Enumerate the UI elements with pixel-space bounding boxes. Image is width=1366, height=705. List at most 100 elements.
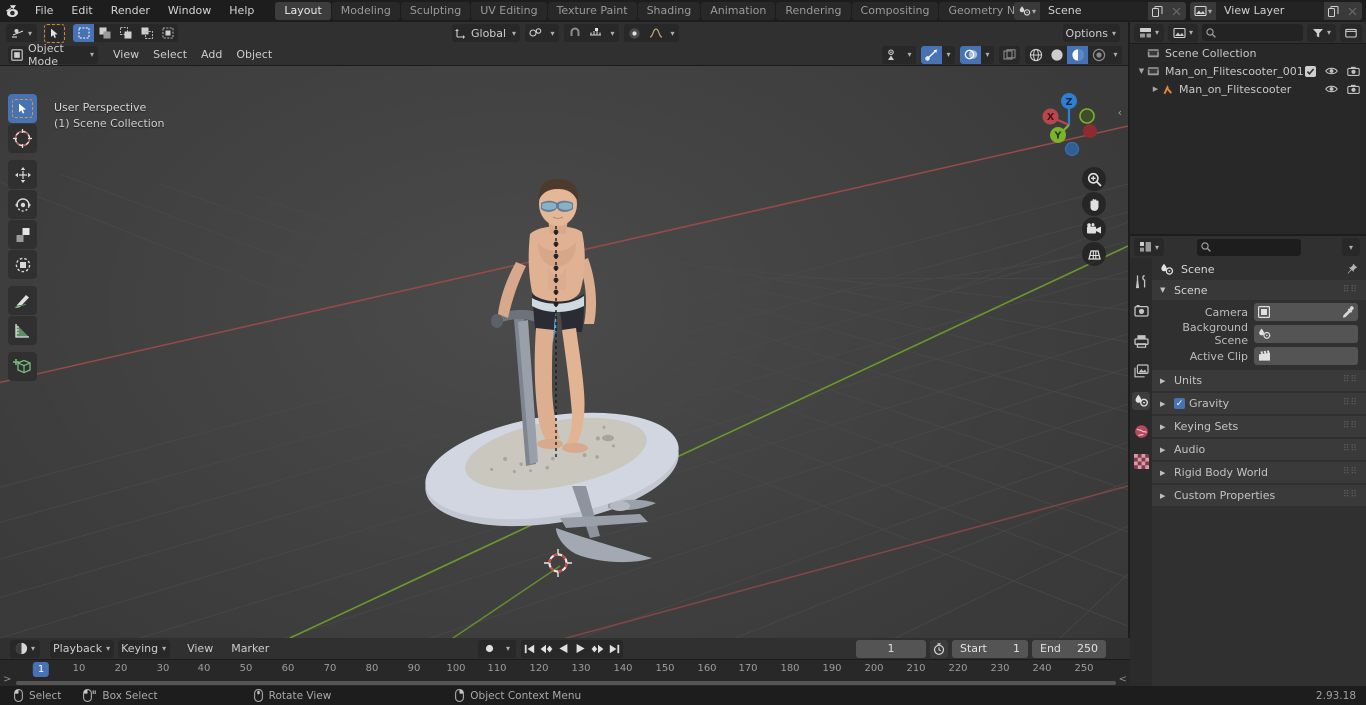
disclosure-triangle-open[interactable]: ▼ bbox=[1136, 62, 1147, 80]
disclosure-triangle-closed[interactable]: ▶ bbox=[1150, 80, 1161, 98]
menu-edit[interactable]: Edit bbox=[62, 0, 101, 22]
properties-tab-render[interactable] bbox=[1132, 302, 1150, 320]
active-clip-field[interactable] bbox=[1254, 347, 1358, 365]
chevron-down-icon[interactable]: ▾ bbox=[981, 45, 994, 64]
background-scene-field[interactable] bbox=[1254, 325, 1358, 343]
show-gizmo-icon[interactable] bbox=[921, 45, 942, 64]
checkbox-icon[interactable] bbox=[1305, 65, 1316, 77]
object-types-visibility-icon[interactable] bbox=[882, 45, 903, 64]
menu-render[interactable]: Render bbox=[102, 0, 159, 22]
new-scene-button[interactable] bbox=[1148, 2, 1167, 20]
viewport-menu-view[interactable]: View bbox=[106, 46, 146, 64]
panel-header-gravity[interactable]: ▶ ✓ Gravity ⠿⠿ bbox=[1152, 393, 1366, 414]
rendered-shading-icon[interactable] bbox=[1088, 45, 1109, 64]
workspace-tab-texture-paint[interactable]: Texture Paint bbox=[547, 2, 637, 20]
chevron-down-icon[interactable]: ▾ bbox=[606, 24, 619, 42]
workspace-tab-rendering[interactable]: Rendering bbox=[776, 2, 851, 20]
viewport-menu-add[interactable]: Add bbox=[194, 46, 229, 64]
wireframe-shading-icon[interactable] bbox=[1025, 45, 1046, 64]
active-tool-indicator[interactable] bbox=[44, 23, 66, 43]
chevron-down-icon[interactable]: ▾ bbox=[942, 45, 955, 64]
outliner-search-input[interactable] bbox=[1202, 24, 1303, 41]
select-invert-button[interactable] bbox=[136, 24, 158, 42]
timeline-menu-view[interactable]: View bbox=[180, 640, 220, 658]
transform-orientation-dropdown[interactable]: Global ▾ bbox=[452, 24, 520, 42]
properties-options-button[interactable]: ▾ bbox=[1342, 238, 1360, 256]
panel-header-audio[interactable]: ▶ Audio ⠿⠿ bbox=[1152, 439, 1366, 460]
scene-name-field[interactable]: Scene bbox=[1040, 2, 1148, 20]
eye-visibility-icon[interactable] bbox=[1325, 66, 1338, 76]
camera-view-icon[interactable] bbox=[1082, 217, 1106, 241]
navigation-gizmo[interactable]: Z X Y bbox=[1032, 88, 1106, 162]
chevron-down-icon[interactable]: ▾ bbox=[1109, 45, 1122, 64]
panel-header-scene[interactable]: ▼ Scene ⠿⠿ bbox=[1152, 280, 1366, 300]
remove-view-layer-button[interactable] bbox=[1343, 2, 1362, 20]
snap-to-increment-icon[interactable] bbox=[585, 24, 606, 42]
tool-move[interactable] bbox=[8, 160, 37, 189]
properties-tab-world[interactable] bbox=[1132, 422, 1150, 440]
viewport-menu-select[interactable]: Select bbox=[146, 46, 194, 64]
tool-cursor[interactable] bbox=[8, 124, 37, 153]
timeline-playhead[interactable]: 1 bbox=[32, 662, 50, 677]
select-extend-button[interactable] bbox=[94, 24, 116, 42]
workspace-tab-sculpting[interactable]: Sculpting bbox=[400, 2, 471, 20]
scene-selector[interactable]: ▾ Scene bbox=[1014, 2, 1186, 20]
menu-help[interactable]: Help bbox=[220, 0, 263, 22]
panel-header-keying-sets[interactable]: ▶ Keying Sets ⠿⠿ bbox=[1152, 416, 1366, 437]
proportional-editing-icon[interactable] bbox=[624, 24, 645, 42]
chevron-down-icon[interactable]: ▾ bbox=[546, 24, 559, 42]
outliner-row-scene-collection[interactable]: Scene Collection bbox=[1130, 44, 1366, 62]
toggle-orthographic-icon[interactable] bbox=[1082, 242, 1106, 266]
panel-header-units[interactable]: ▶ Units ⠿⠿ bbox=[1152, 370, 1366, 391]
jump-to-start-icon[interactable] bbox=[521, 639, 538, 658]
properties-tab-tool[interactable] bbox=[1132, 272, 1150, 290]
start-frame-field[interactable]: Start 1 bbox=[952, 639, 1028, 658]
timeline-menu-marker[interactable]: Marker bbox=[224, 640, 276, 658]
tool-transform[interactable] bbox=[8, 250, 37, 279]
new-view-layer-button[interactable] bbox=[1324, 2, 1343, 20]
timeline-scrollbar-handle[interactable] bbox=[16, 681, 1116, 685]
options-dropdown[interactable]: Options ▾ bbox=[1062, 24, 1120, 42]
panel-header-custom-properties[interactable]: ▶ Custom Properties ⠿⠿ bbox=[1152, 485, 1366, 506]
record-keyframe-icon[interactable] bbox=[478, 639, 500, 658]
timeline-editor-type-button[interactable]: ▾ bbox=[10, 639, 41, 658]
next-keyframe-icon[interactable] bbox=[589, 639, 606, 658]
workspace-tab-uv-editing[interactable]: UV Editing bbox=[471, 2, 547, 20]
material-preview-shading-icon[interactable] bbox=[1067, 45, 1088, 64]
outliner-row-man-on-flitescooter-001[interactable]: ▼ Man_on_Flitescooter_001 bbox=[1130, 62, 1366, 80]
properties-tab-output[interactable] bbox=[1132, 332, 1150, 350]
camera-field[interactable] bbox=[1254, 303, 1358, 321]
outliner-filter-button[interactable]: ▾ bbox=[1306, 23, 1336, 42]
keying-dropdown[interactable]: Keying ▾ bbox=[118, 639, 171, 658]
solid-shading-icon[interactable] bbox=[1046, 45, 1067, 64]
pin-icon[interactable] bbox=[1346, 263, 1358, 275]
panel-header-rigid-body-world[interactable]: ▶ Rigid Body World ⠿⠿ bbox=[1152, 462, 1366, 483]
view-layer-name-field[interactable]: View Layer bbox=[1216, 2, 1324, 20]
previous-keyframe-icon[interactable] bbox=[538, 639, 555, 658]
blender-logo-icon[interactable] bbox=[0, 0, 26, 22]
camera-render-icon[interactable] bbox=[1347, 84, 1360, 94]
tool-rotate[interactable] bbox=[8, 190, 37, 219]
eye-visibility-icon[interactable] bbox=[1325, 84, 1338, 94]
viewport-menu-object[interactable]: Object bbox=[229, 46, 279, 64]
timeline-expand-arrow[interactable]: > bbox=[3, 674, 11, 685]
toggle-xray-icon[interactable] bbox=[999, 45, 1020, 64]
workspace-tab-modeling[interactable]: Modeling bbox=[331, 2, 400, 20]
current-frame-field[interactable]: 1 bbox=[856, 639, 926, 658]
unlink-scene-button[interactable] bbox=[1167, 2, 1186, 20]
proportional-falloff-icon[interactable] bbox=[645, 24, 666, 42]
mode-dropdown[interactable]: Object Mode ▾ bbox=[8, 42, 98, 68]
snap-magnet-icon[interactable] bbox=[564, 24, 585, 42]
pivot-point-button[interactable] bbox=[525, 24, 546, 42]
menu-file[interactable]: File bbox=[26, 0, 62, 22]
properties-tab-view-layer[interactable] bbox=[1132, 362, 1150, 380]
chevron-down-icon[interactable]: ▾ bbox=[500, 639, 516, 658]
tool-settings-editor-type[interactable]: ▾ bbox=[6, 24, 38, 42]
properties-search-input[interactable] bbox=[1197, 238, 1302, 256]
show-overlays-icon[interactable] bbox=[960, 45, 981, 64]
outliner-new-collection-button[interactable] bbox=[1340, 23, 1362, 42]
jump-to-end-icon[interactable] bbox=[606, 639, 623, 658]
3d-viewport[interactable]: User Perspective (1) Scene Collection ‹ … bbox=[0, 66, 1128, 638]
tool-scale[interactable] bbox=[8, 220, 37, 249]
chevron-down-icon[interactable]: ▾ bbox=[903, 45, 916, 64]
